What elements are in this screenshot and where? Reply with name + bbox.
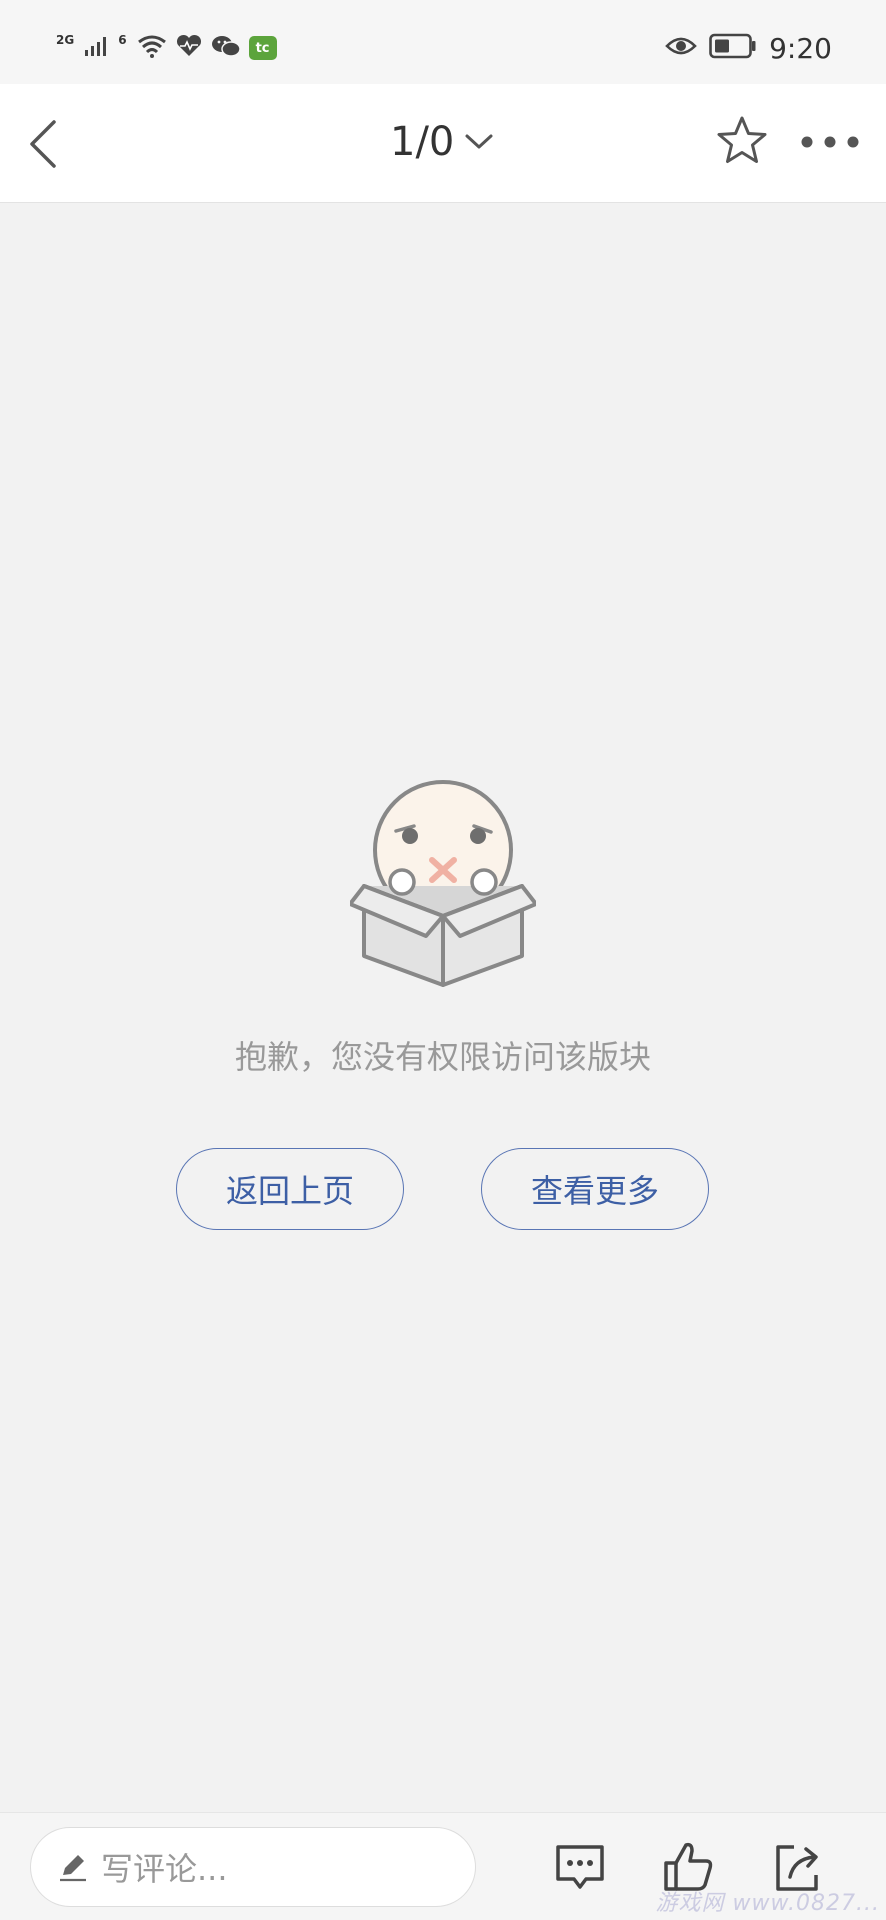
status-bar: 2G 6 tc 9:20 xyxy=(0,0,886,84)
health-icon xyxy=(175,34,203,62)
comment-placeholder: 写评论... xyxy=(101,1850,228,1888)
pencil-icon xyxy=(60,1855,86,1882)
bottom-action-bar: 写评论... 游戏网 www.0827... xyxy=(0,1812,886,1920)
page-selector[interactable]: 1/0 xyxy=(390,114,494,170)
site-watermark: 游戏网 www.0827... xyxy=(655,1891,880,1916)
network-type-label: 2G xyxy=(56,33,75,47)
wifi-icon xyxy=(137,34,167,62)
page-indicator-text: 1/0 xyxy=(390,119,455,165)
go-back-button[interactable]: 返回上页 xyxy=(176,1148,404,1230)
no-permission-illustration xyxy=(348,778,538,988)
app-badge-icon: tc xyxy=(248,36,277,60)
status-right: 9:20 xyxy=(665,28,832,68)
view-more-button[interactable]: 查看更多 xyxy=(481,1148,709,1230)
more-button[interactable] xyxy=(798,114,862,170)
comments-button[interactable] xyxy=(550,1837,610,1897)
no-permission-message: 抱歉，您没有权限访问该版块 xyxy=(234,1038,651,1076)
comment-icon xyxy=(556,1845,604,1889)
star-icon xyxy=(717,116,767,163)
signal-icon xyxy=(84,34,110,62)
app-screen: 2G 6 tc 9:20 1/0 抱歉，您没有权限访问该版块 返回上页 查看更多… xyxy=(0,0,886,1920)
wifi-label: 6 xyxy=(118,33,127,47)
chevron-down-icon xyxy=(465,134,493,149)
favorite-button[interactable] xyxy=(712,112,772,172)
wechat-icon xyxy=(211,34,241,62)
back-button[interactable] xyxy=(20,114,80,174)
clock: 9:20 xyxy=(769,31,832,65)
eye-icon xyxy=(665,34,697,62)
more-dots-icon xyxy=(801,136,859,148)
nav-header: 1/0 xyxy=(0,84,886,203)
battery-icon xyxy=(709,33,757,63)
comment-input[interactable]: 写评论... xyxy=(30,1827,476,1907)
back-arrow-icon xyxy=(30,120,56,168)
status-left: 2G 6 tc xyxy=(56,30,277,66)
